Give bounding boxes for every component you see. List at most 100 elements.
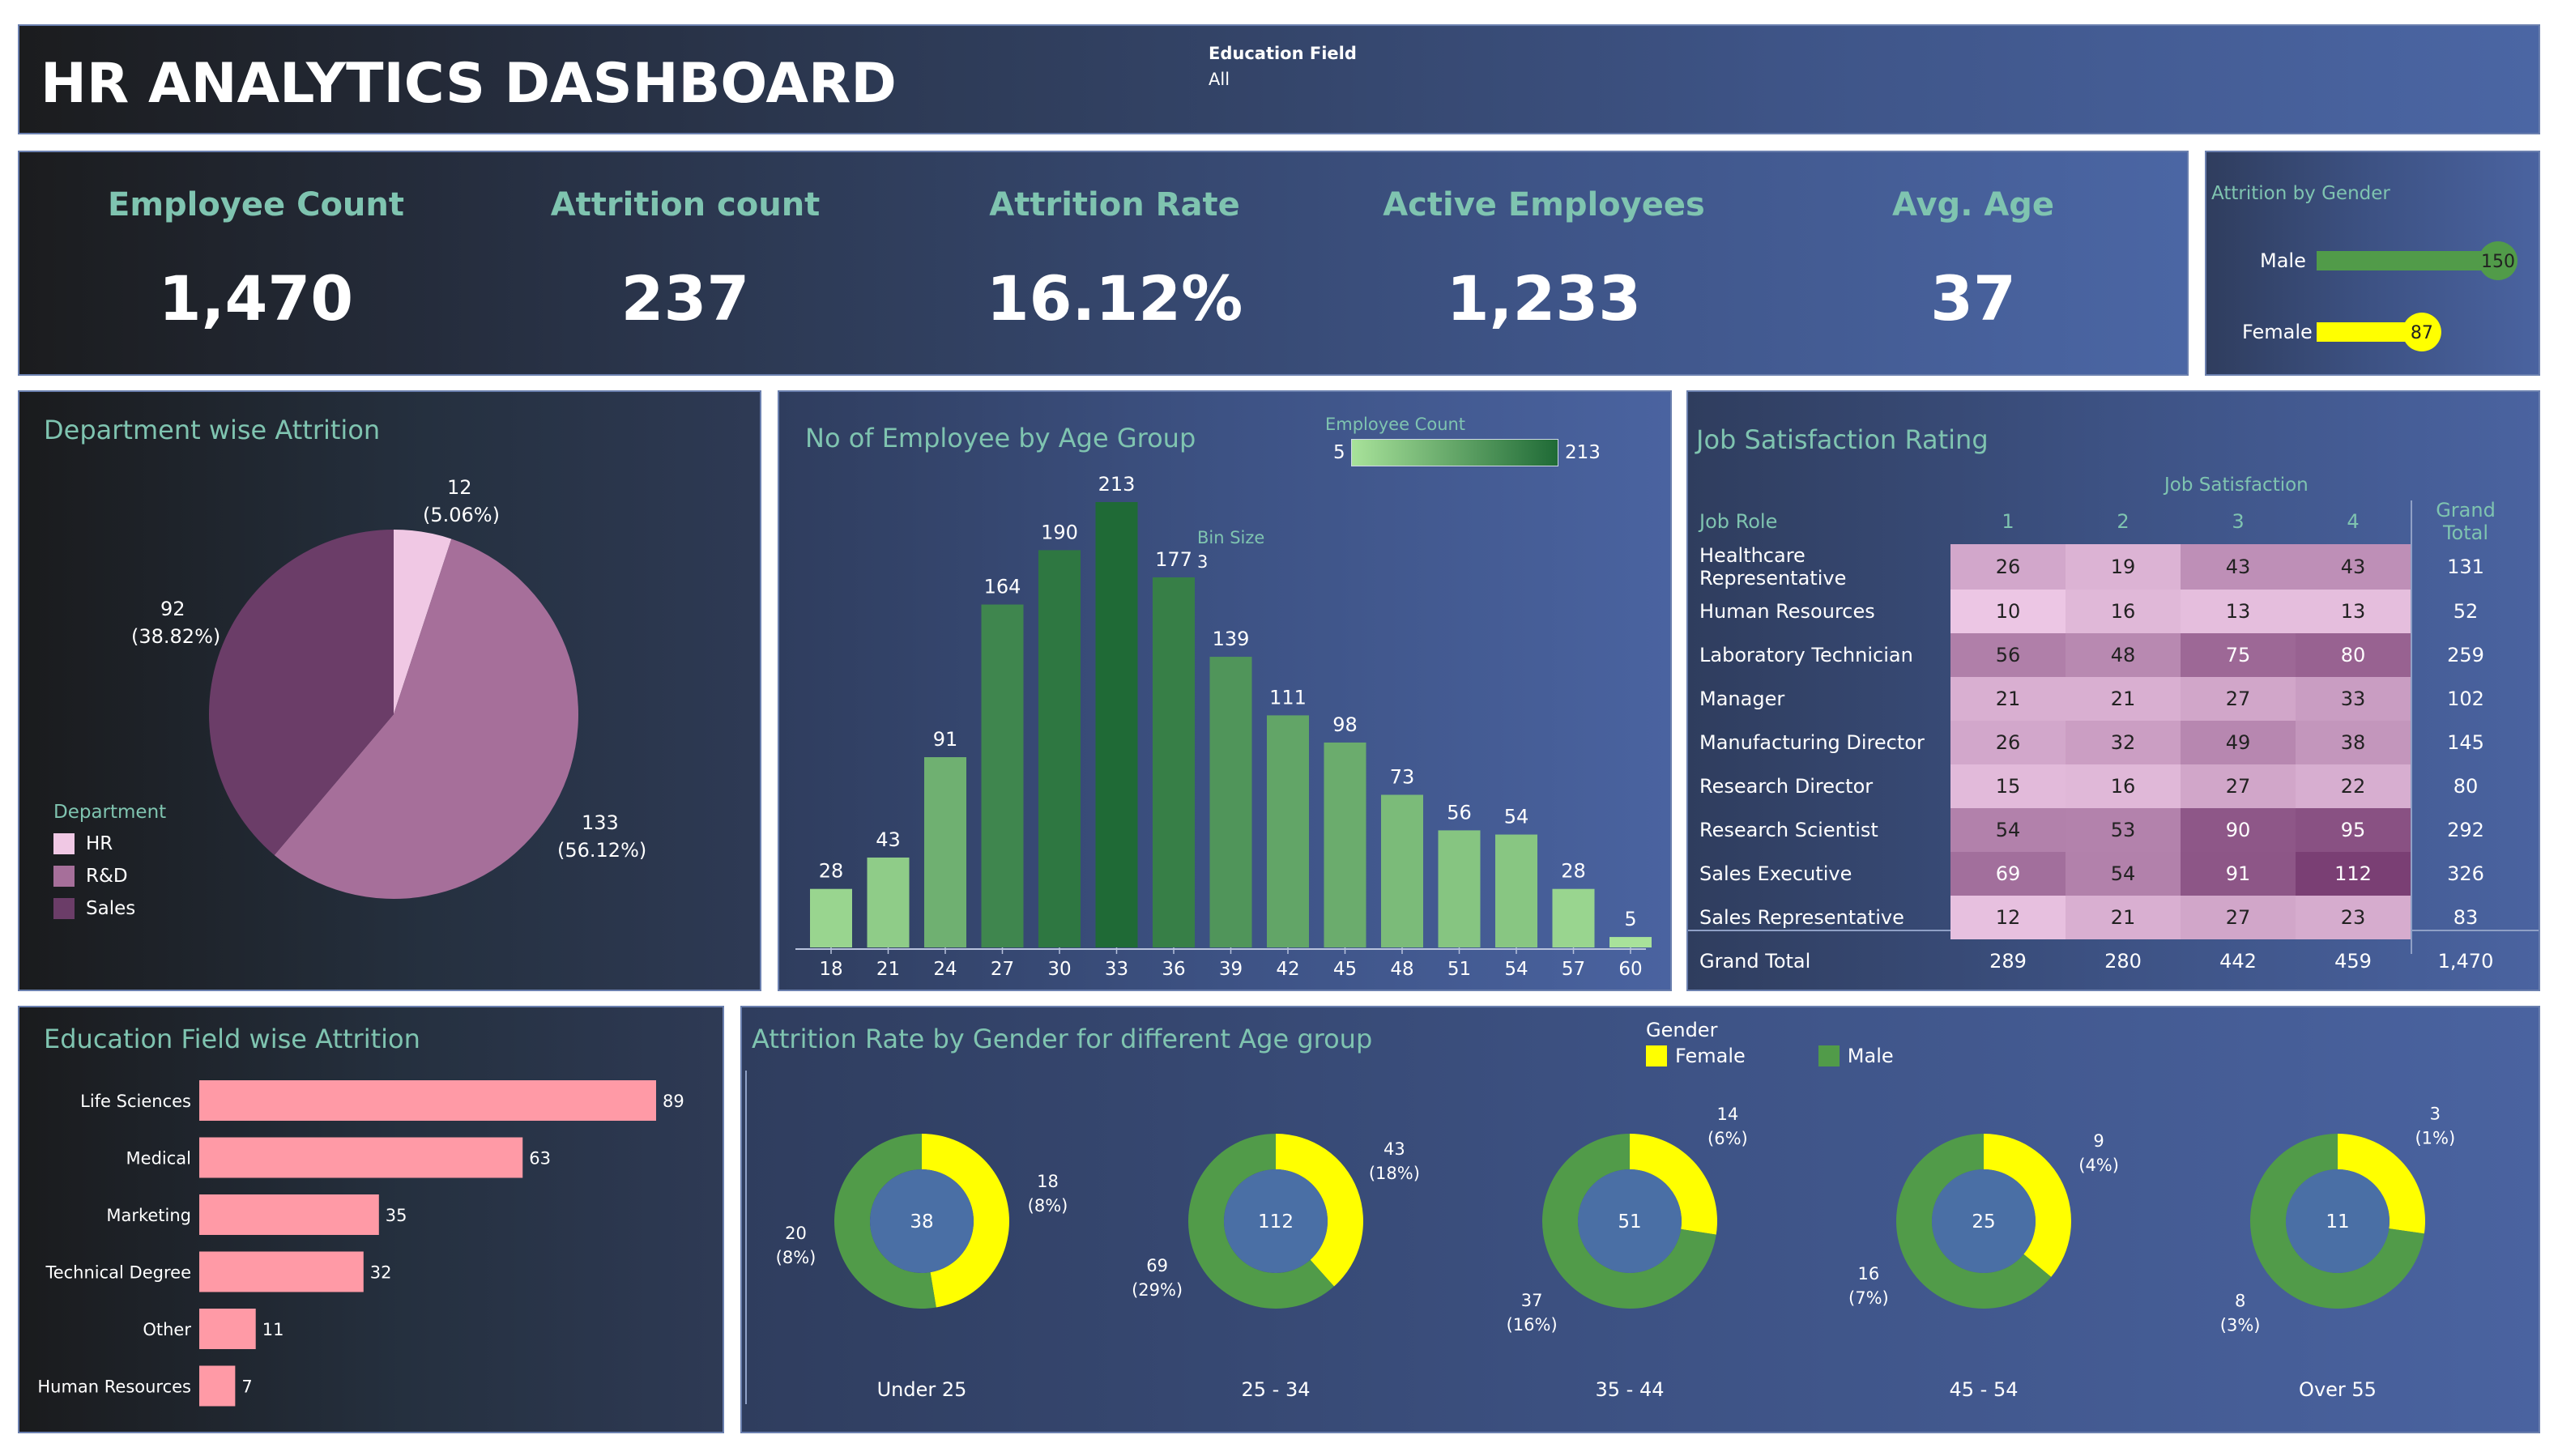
edu-value-medical: 63 — [529, 1149, 551, 1169]
edu-value-life-sciences: 89 — [663, 1092, 684, 1111]
heatmap-cell: 43 — [2296, 544, 2411, 590]
education-panel: Education Field wise Attrition Life Scie… — [18, 1006, 724, 1433]
row-total-cell: 292 — [2447, 819, 2484, 841]
donut-category-25-34: 25 - 34 — [1242, 1378, 1311, 1401]
heatmap-cell: 26 — [1950, 544, 2066, 590]
legend-item-rnd[interactable]: R&D — [53, 860, 166, 892]
edu-label-life-sciences: Life Sciences — [80, 1092, 191, 1111]
heatmap-cell: 27 — [2181, 677, 2296, 721]
department-legend-title: Department — [53, 802, 167, 823]
table-row: Laboratory Technician 56 48 75 80 259 — [1693, 633, 2521, 677]
age-bar-value-45: 98 — [1332, 713, 1358, 736]
heatmap-cell: 13 — [2181, 590, 2296, 633]
heatmap-cell: 75 — [2181, 633, 2296, 677]
gender-bar-male — [2317, 251, 2498, 270]
heatmap-cell: 13 — [2296, 590, 2411, 633]
heatmap-cell: 16 — [2066, 590, 2181, 633]
donut-male-pct-35-44: (16%) — [1507, 1315, 1558, 1335]
donut-female-count-35-44: 14 — [1717, 1105, 1739, 1124]
heatmap-cell: 54 — [1950, 808, 2066, 852]
page-title: HR ANALYTICS DASHBOARD — [41, 52, 897, 116]
department-legend[interactable]: Department HR R&D Sales — [53, 802, 166, 925]
heatmap-cell: 91 — [2181, 852, 2296, 896]
heatmap-cell: 95 — [2296, 808, 2411, 852]
heatmap-cell: 26 — [1950, 721, 2066, 764]
age-tick-48: 48 — [1390, 959, 1413, 980]
job-satisfaction-title: Job Satisfaction Rating — [1696, 424, 1989, 455]
header-job-role: Job Role — [1699, 510, 1778, 533]
age-group-bar-chart: 28 18 43 21 91 24 164 27 190 30 213 33 177 36 139 39 111… — [795, 473, 1652, 980]
donut-total-45-54: 25 — [1972, 1211, 1995, 1232]
donut-category-over55: Over 55 — [2299, 1378, 2377, 1401]
donut-category-under25: Under 25 — [877, 1378, 967, 1401]
header-col-2: 2 — [2117, 510, 2130, 533]
table-row: Sales Representative 12 21 27 23 83 — [1693, 896, 2521, 939]
donut-female-pct-35-44: (6%) — [1707, 1129, 1748, 1148]
age-gender-panel: Attrition Rate by Gender for different A… — [740, 1006, 2540, 1433]
donut-male-count-under25: 20 — [785, 1224, 807, 1243]
edu-label-other: Other — [143, 1320, 191, 1339]
heatmap-cell: 22 — [2296, 764, 2411, 808]
donut-female-count-over55: 3 — [2430, 1104, 2441, 1123]
row-total-cell: 102 — [2447, 688, 2484, 710]
age-bar-value-57: 28 — [1561, 860, 1586, 883]
edu-value-marketing: 35 — [386, 1206, 407, 1225]
pie-label-hr-value: 12 — [447, 476, 472, 499]
kpi-label-attrition-rate: Attrition Rate — [989, 186, 1240, 224]
age-bar-value-54: 54 — [1504, 806, 1529, 828]
job-role-cell: Manufacturing Director — [1699, 731, 1925, 754]
donut-total-25-34: 112 — [1258, 1211, 1294, 1232]
pie-label-sales-value: 92 — [160, 598, 185, 620]
age-bar-value-42: 111 — [1269, 686, 1307, 709]
age-tick-18: 18 — [819, 959, 842, 980]
donut-total-under25: 38 — [910, 1211, 933, 1232]
gender-bar-value-male: 150 — [2481, 252, 2515, 272]
age-bar-21 — [867, 857, 910, 947]
row-total-cell: 259 — [2447, 644, 2484, 666]
age-tick-33: 33 — [1105, 959, 1128, 980]
legend-item-hr[interactable]: HR — [53, 828, 166, 860]
age-tick-39: 39 — [1219, 959, 1243, 980]
age-bar-30 — [1038, 550, 1081, 947]
grand-total-row: Grand Total 289 280 442 459 1,470 — [1693, 939, 2521, 983]
pie-label-rnd-value: 133 — [582, 811, 619, 834]
age-bar-60 — [1609, 937, 1652, 947]
gender-attrition-chart: 150 87 — [2317, 241, 2517, 351]
age-tick-45: 45 — [1333, 959, 1357, 980]
kpi-label-attrition-count: Attrition count — [550, 186, 821, 224]
table-row: Healthcare Representative 26 19 43 43 131 — [1693, 544, 2521, 590]
col-total-1: 289 — [1989, 950, 2027, 973]
donut-category-45-54: 45 - 54 — [1950, 1378, 2019, 1401]
education-filter[interactable]: Education Field All — [1209, 44, 1357, 89]
job-role-cell: Sales Representative — [1699, 906, 1904, 929]
col-total-3: 442 — [2219, 950, 2257, 973]
donut-total-35-44: 51 — [1618, 1211, 1641, 1232]
age-group-panel: No of Employee by Age Group Employee Cou… — [778, 390, 1672, 991]
job-role-cell: Research Director — [1699, 775, 1874, 798]
age-bar-value-30: 190 — [1041, 521, 1078, 543]
filter-value[interactable]: All — [1209, 70, 1357, 89]
age-tick-60: 60 — [1618, 959, 1642, 980]
heatmap-cell: 27 — [2181, 764, 2296, 808]
donut-female-pct-under25: (8%) — [1028, 1196, 1068, 1215]
row-total-cell: 83 — [2453, 906, 2479, 929]
heatmap-cell: 12 — [1950, 896, 2066, 939]
edu-bar-life-sciences — [199, 1080, 656, 1121]
edu-bar-marketing — [199, 1194, 379, 1235]
age-tick-21: 21 — [876, 959, 900, 980]
legend-label-sales: Sales — [86, 898, 136, 919]
kpi-label-employee-count: Employee Count — [108, 186, 404, 224]
age-bar-24 — [924, 757, 966, 947]
donut-female-count-45-54: 9 — [2093, 1131, 2104, 1151]
age-bar-51 — [1438, 830, 1481, 947]
legend-label-hr: HR — [86, 833, 113, 854]
age-bar-27 — [981, 604, 1024, 947]
heatmap-cell: 32 — [2066, 721, 2181, 764]
heatmap-cell: 23 — [2296, 896, 2411, 939]
legend-item-sales[interactable]: Sales — [53, 892, 166, 925]
kpi-panel: Employee Count 1,470 Attrition count 237… — [18, 151, 2189, 376]
department-panel: Department wise Attrition 12 (5.06%) 133… — [18, 390, 761, 991]
legend-swatch-rnd — [53, 866, 75, 887]
heatmap-cell: 56 — [1950, 633, 2066, 677]
job-satisfaction-col-group: Job Satisfaction — [2164, 475, 2309, 496]
